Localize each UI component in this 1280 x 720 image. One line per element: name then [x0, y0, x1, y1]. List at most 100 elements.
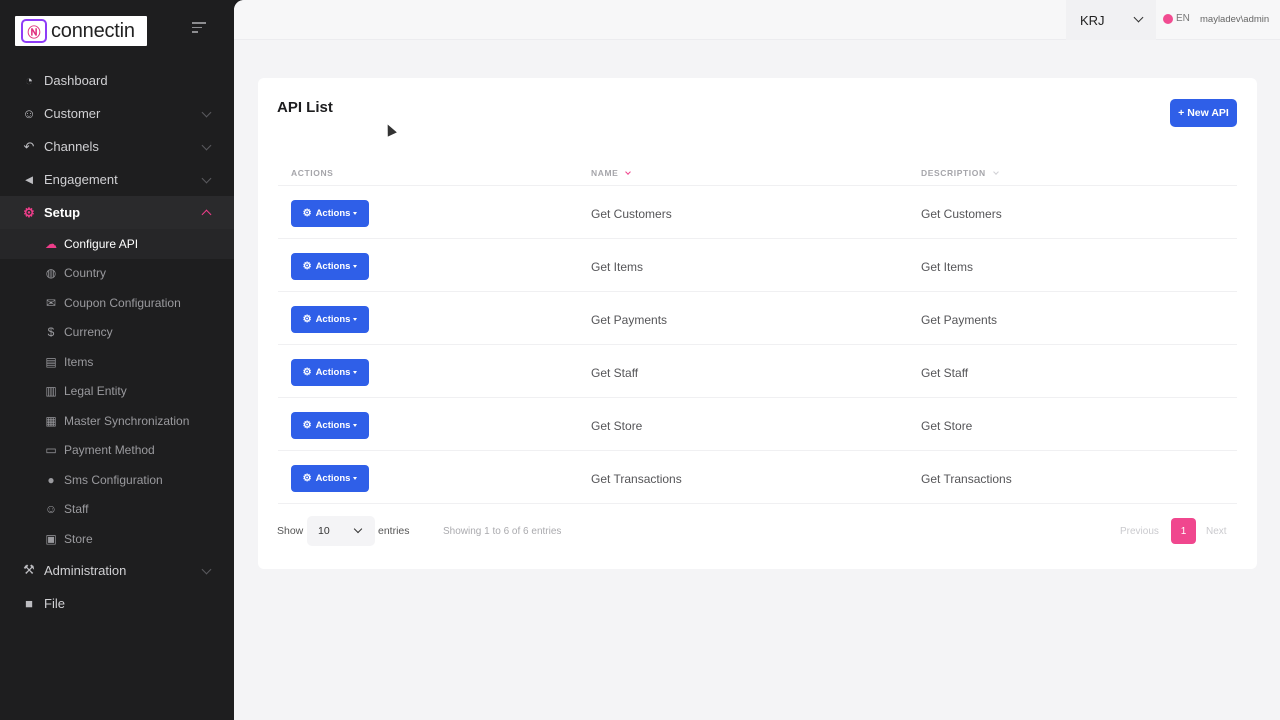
sidebar-item-setup[interactable]: ⚙ Setup — [0, 196, 234, 229]
sidebar-item-currency[interactable]: $ Currency — [0, 318, 234, 348]
sidebar-item-coupon-configuration[interactable]: ✉ Coupon Configuration — [0, 288, 234, 318]
api-list-card: API List + New API ACTIONS NAME DESCRIPT… — [258, 78, 1257, 569]
cart-icon: ▤ — [45, 354, 57, 369]
sidebar-item-label: Items — [64, 354, 94, 369]
sidebar-item-items[interactable]: ▤ Items — [0, 347, 234, 377]
megaphone-icon: ◄ — [22, 172, 36, 187]
user-menu[interactable]: mayladev\admin — [1200, 14, 1269, 25]
setup-submenu: ☁ Configure API ◍ Country ✉ Coupon Confi… — [0, 229, 234, 554]
cell-name: Get Store — [591, 419, 643, 433]
table-row: ⚙ Actions Get Payments Get Payments — [278, 292, 1237, 345]
caret-down-icon — [353, 318, 358, 321]
sidebar-item-legal-entity[interactable]: ▥ Legal Entity — [0, 377, 234, 407]
wrench-icon: ⚒ — [23, 562, 35, 577]
main-content: KRJ EN mayladev\admin API List + New API… — [234, 0, 1280, 720]
page-length-select[interactable]: 10 — [307, 516, 375, 546]
pagination-page[interactable]: 1 — [1171, 518, 1196, 544]
caret-down-icon — [353, 477, 358, 480]
language-switcher[interactable]: EN — [1163, 13, 1190, 24]
sidebar-item-sms-configuration[interactable]: ● Sms Configuration — [0, 465, 234, 495]
chevron-down-icon — [353, 524, 363, 534]
actions-button[interactable]: ⚙ Actions — [291, 306, 369, 333]
column-header-actions: ACTIONS — [291, 168, 334, 178]
sidebar-item-label: Staff — [64, 502, 89, 517]
gear-icon: ⚙ — [302, 261, 312, 272]
gear-icon: ⚙ — [302, 314, 312, 325]
sidebar-item-channels[interactable]: ↶ Channels — [0, 130, 234, 163]
sidebar-item-customer[interactable]: ☺ Customer — [0, 97, 234, 130]
calendar-icon: ▦ — [45, 413, 57, 428]
sidebar-toggle-icon[interactable] — [192, 22, 208, 36]
caret-down-icon — [353, 212, 358, 215]
column-header-label: DESCRIPTION — [921, 168, 986, 178]
sidebar-nav: ◔ Dashboard ☺ Customer ↶ Channels ◄ Enga… — [0, 64, 234, 620]
actions-button[interactable]: ⚙ Actions — [291, 465, 369, 492]
globe-icon — [1163, 13, 1173, 24]
cloud-icon: ☁ — [45, 236, 57, 251]
column-header-description[interactable]: DESCRIPTION — [921, 168, 999, 178]
caret-down-icon — [353, 265, 358, 268]
sidebar-item-label: Engagement — [44, 172, 118, 187]
chevron-down-icon — [201, 107, 212, 118]
pagination-previous[interactable]: Previous — [1120, 526, 1159, 537]
actions-label: Actions — [315, 473, 351, 484]
sidebar-item-label: Payment Method — [64, 443, 155, 458]
logo-text: connectin — [51, 19, 135, 42]
table-row: ⚙ Actions Get Transactions Get Transactio… — [278, 451, 1237, 504]
sidebar-item-country[interactable]: ◍ Country — [0, 259, 234, 289]
page-title: API List — [277, 99, 333, 116]
sidebar-item-label: File — [44, 595, 65, 611]
sidebar-item-store[interactable]: ▣ Store — [0, 524, 234, 554]
actions-label: Actions — [315, 367, 351, 378]
sidebar-item-administration[interactable]: ⚒ Administration — [0, 554, 234, 587]
sidebar-item-dashboard[interactable]: ◔ Dashboard — [0, 64, 234, 97]
sidebar-item-staff[interactable]: ☺ Staff — [0, 495, 234, 525]
actions-button[interactable]: ⚙ Actions — [291, 253, 369, 280]
sort-icon — [992, 169, 999, 175]
table-row: ⚙ Actions Get Items Get Items — [278, 239, 1237, 292]
logo[interactable]: Ⓝ connectin — [15, 16, 147, 46]
table-row: ⚙ Actions Get Store Get Store — [278, 398, 1237, 451]
sidebar-item-label: Channels — [44, 139, 99, 154]
cell-description: Get Staff — [921, 366, 969, 380]
gear-icon: ⚙ — [302, 473, 312, 484]
gear-icon: ⚙ — [302, 420, 312, 431]
sidebar-item-configure-api[interactable]: ☁ Configure API — [0, 229, 234, 259]
cell-description: Get Customers — [921, 207, 1002, 221]
store-select[interactable]: KRJ — [1066, 0, 1156, 40]
actions-button[interactable]: ⚙ Actions — [291, 359, 369, 386]
pagination-next[interactable]: Next — [1206, 526, 1227, 537]
sidebar-item-label: Legal Entity — [64, 384, 127, 399]
logo-mark-icon: Ⓝ — [21, 19, 47, 43]
sidebar-item-engagement[interactable]: ◄ Engagement — [0, 163, 234, 196]
sidebar-item-label: Coupon Configuration — [64, 295, 181, 310]
sidebar-item-master-synchronization[interactable]: ▦ Master Synchronization — [0, 406, 234, 436]
caret-down-icon — [353, 424, 358, 427]
actions-label: Actions — [315, 314, 351, 325]
language-label: EN — [1176, 13, 1190, 24]
actions-label: Actions — [315, 420, 351, 431]
credit-card-icon: ▭ — [45, 443, 57, 458]
globe-icon: ◍ — [45, 266, 57, 281]
sidebar: Ⓝ connectin ◔ Dashboard ☺ Customer ↶ Cha… — [0, 0, 234, 720]
actions-button[interactable]: ⚙ Actions — [291, 412, 369, 439]
user-icon: ☺ — [22, 106, 36, 121]
sidebar-item-label: Setup — [44, 205, 81, 220]
sidebar-item-label: Customer — [44, 106, 101, 121]
new-api-button[interactable]: + New API — [1170, 99, 1237, 127]
store-icon: ▣ — [45, 531, 57, 546]
actions-label: Actions — [315, 208, 351, 219]
cell-description: Get Store — [921, 419, 973, 433]
cell-description: Get Transactions — [921, 472, 1012, 486]
page-length-value: 10 — [318, 525, 330, 537]
envelope-icon: ✉ — [45, 295, 57, 310]
person-icon: ☺ — [44, 502, 58, 517]
actions-button[interactable]: ⚙ Actions — [291, 200, 369, 227]
column-header-name[interactable]: NAME — [591, 168, 632, 178]
sidebar-item-label: Master Synchronization — [64, 413, 190, 428]
cell-description: Get Payments — [921, 313, 998, 327]
sidebar-item-file[interactable]: ■ File — [0, 587, 234, 620]
sidebar-item-label: Store — [64, 531, 93, 546]
caret-down-icon — [353, 371, 358, 374]
sidebar-item-payment-method[interactable]: ▭ Payment Method — [0, 436, 234, 466]
